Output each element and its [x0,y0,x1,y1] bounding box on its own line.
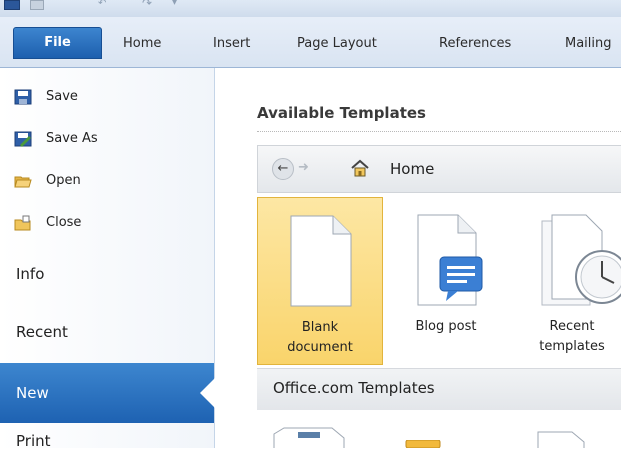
blank-page-icon [290,215,352,307]
nav-print-label: Print [16,432,51,450]
template-label: Blank document [287,320,353,355]
breadcrumb[interactable]: Home [390,158,434,180]
template-breadcrumb-bar: ← ➜ Home [257,145,621,193]
office-com-templates-header: Office.com Templates [257,368,621,410]
tab-insert[interactable]: Insert [213,29,250,59]
redo-icon[interactable]: ↷ [142,0,152,9]
close-folder-icon [14,215,31,231]
office-template-icon[interactable] [272,426,352,448]
save-as-icon [14,131,32,147]
home-icon[interactable] [350,158,370,178]
template-recent-templates[interactable]: Recent templates [509,197,621,365]
nav-recent[interactable]: Recent [0,302,214,362]
tab-page-layout[interactable]: Page Layout [297,29,377,59]
close-command[interactable]: Close [46,212,81,234]
forward-arrow-icon[interactable]: ➜ [298,158,309,178]
back-arrow-icon[interactable]: ← [272,158,294,180]
ribbon-tab-row: File Home Insert Page Layout References … [0,17,621,68]
template-label: Blog post [415,319,477,334]
tab-mailings[interactable]: Mailing [565,29,612,59]
undo-icon[interactable]: ↶ [98,0,106,9]
recent-templates-icon [541,214,621,306]
customize-qat-icon[interactable]: ▾ [172,0,177,8]
open-command[interactable]: Open [46,170,81,192]
tab-references[interactable]: References [439,29,511,59]
template-blank-document[interactable]: Blank document [257,197,383,365]
save-command[interactable]: Save [46,86,78,108]
section-label: Office.com Templates [273,379,435,397]
tab-home[interactable]: Home [123,29,161,59]
office-template-icon[interactable] [404,440,444,448]
save-as-command[interactable]: Save As [46,128,98,150]
nav-print[interactable]: Print [0,424,214,450]
qat-save-icon[interactable] [30,0,44,10]
heading-divider [257,131,621,132]
tab-file[interactable]: File [13,27,102,59]
office-template-icon[interactable] [536,426,606,448]
selected-pointer [200,377,216,409]
template-label: Recent templates [539,319,605,354]
save-icon [14,89,32,105]
word-app-icon[interactable] [4,0,20,10]
quick-access-toolbar: ↶ ↷ ▾ [0,0,621,17]
nav-info[interactable]: Info [0,244,214,304]
nav-new-label: New [16,384,49,402]
backstage-nav: Save Save As Open Close Info Recent New [0,68,216,448]
template-blog-post[interactable]: Blog post [383,197,509,365]
blog-post-icon [417,214,483,306]
page-title: Available Templates [257,104,426,122]
nav-new[interactable]: New [0,363,216,423]
open-folder-icon [14,176,32,188]
